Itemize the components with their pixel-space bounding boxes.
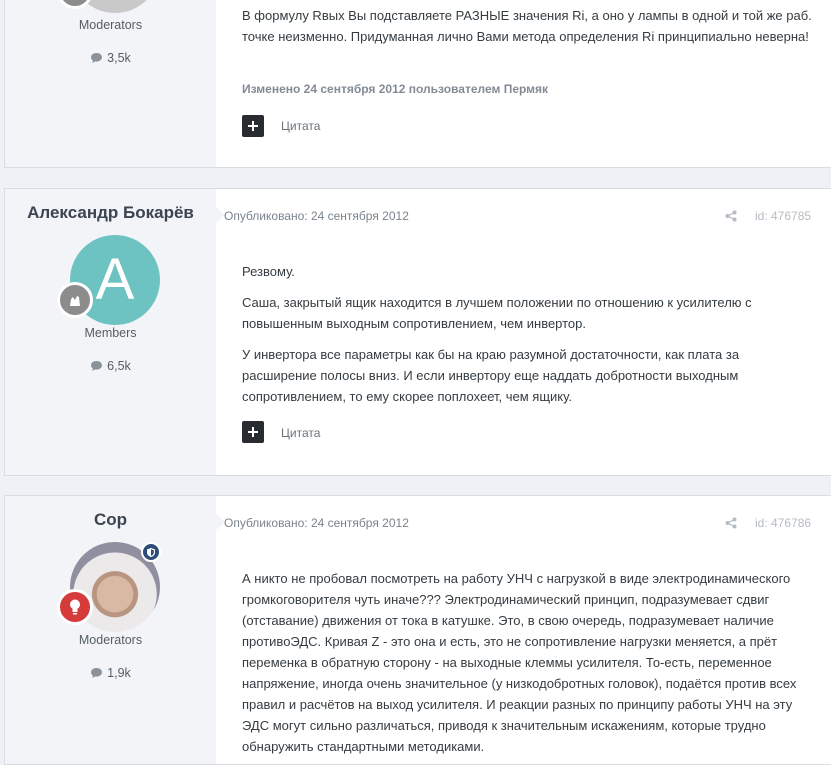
share-icon[interactable] xyxy=(725,210,737,222)
post-card: Moderators 3,5k В формулу Rвых Вы подста… xyxy=(4,0,831,168)
post-card: Александр Бокарёв A Members 6,5k Опублик… xyxy=(4,188,831,476)
rank-badge-icon xyxy=(57,282,93,318)
author-panel: Cop Moderators 1,9k xyxy=(5,496,216,764)
post-paragraph: А никто не пробовал посмотреть на работу… xyxy=(242,571,797,754)
post-count-value: 1,9k xyxy=(107,666,131,680)
quote-link[interactable]: Цитата xyxy=(281,119,320,133)
lightbulb-icon xyxy=(57,589,93,625)
post-count: 6,5k xyxy=(5,359,216,373)
post-body: Резвому. Саша, закрытый ящик находится в… xyxy=(242,261,812,417)
author-name[interactable]: Cop xyxy=(5,510,216,530)
post-body: В формулу Rвых Вы подставляете РАЗНЫЕ зн… xyxy=(242,5,812,57)
post-card: Cop Moderators 1,9k Опубликовано: 24 сен… xyxy=(4,495,831,765)
quote-link[interactable]: Цитата xyxy=(281,426,320,440)
author-panel: Александр Бокарёв A Members 6,5k xyxy=(5,189,216,475)
post-paragraph: Резвому. xyxy=(242,264,295,279)
author-panel: Moderators 3,5k xyxy=(5,0,216,167)
post-count: 3,5k xyxy=(5,51,216,65)
post-body: А никто не пробовал посмотреть на работу… xyxy=(242,568,812,764)
comment-icon xyxy=(91,361,103,371)
post-paragraph: Саша, закрытый ящик находится в лучшем п… xyxy=(242,295,752,331)
published-date[interactable]: Опубликовано: 24 сентября 2012 xyxy=(224,209,409,223)
author-name[interactable]: Александр Бокарёв xyxy=(5,203,216,223)
post-paragraph: У инвертора все параметры как бы на краю… xyxy=(242,347,740,404)
published-date[interactable]: Опубликовано: 24 сентября 2012 xyxy=(224,516,409,530)
plus-icon xyxy=(248,121,258,131)
post-id[interactable]: id: 476786 xyxy=(755,516,811,530)
quote-button[interactable] xyxy=(242,115,264,137)
author-role: Members xyxy=(84,326,137,340)
post-count-value: 3,5k xyxy=(107,51,131,65)
comment-icon xyxy=(91,668,103,678)
plus-icon xyxy=(248,427,258,437)
author-role: Moderators xyxy=(78,18,143,32)
post-id[interactable]: id: 476785 xyxy=(755,209,811,223)
rank-badge-icon xyxy=(57,0,93,9)
post-paragraph: В формулу Rвых Вы подставляете РАЗНЫЕ зн… xyxy=(242,8,812,44)
post-count: 1,9k xyxy=(5,666,216,680)
post-count-value: 6,5k xyxy=(107,359,131,373)
author-role: Moderators xyxy=(78,633,143,647)
quote-button[interactable] xyxy=(242,421,264,443)
comment-icon xyxy=(91,53,103,63)
shield-icon xyxy=(141,542,161,562)
edited-note: Изменено 24 сентября 2012 пользователем … xyxy=(242,82,549,96)
share-icon[interactable] xyxy=(725,517,737,529)
